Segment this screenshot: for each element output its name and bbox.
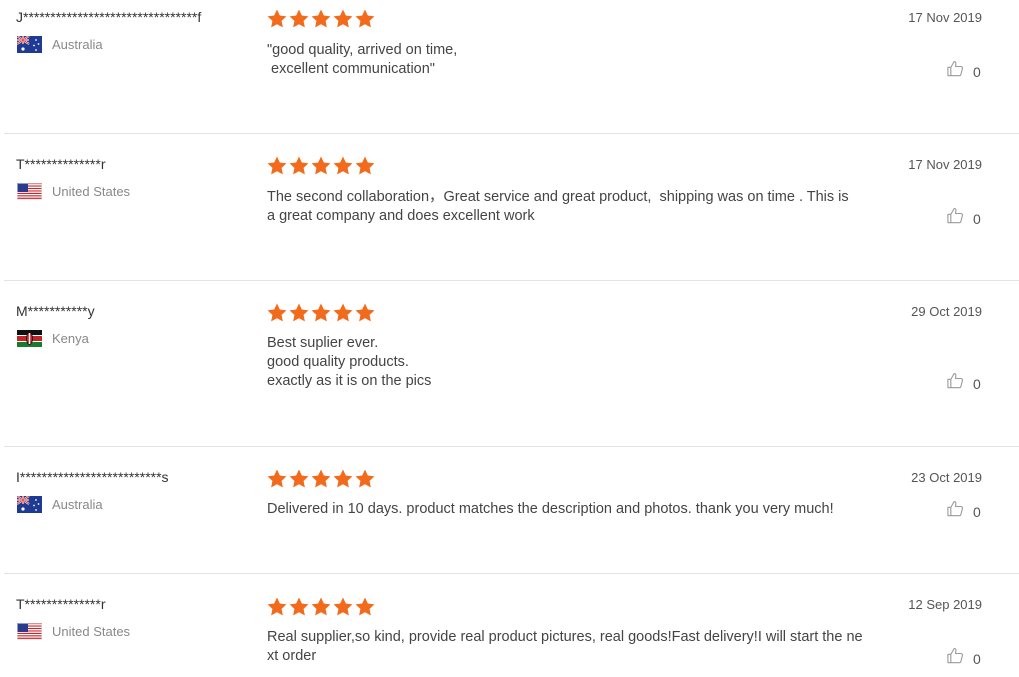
thumbs-up-icon[interactable] bbox=[945, 646, 965, 671]
review-text: The second collaboration，Great service a… bbox=[267, 188, 887, 226]
like-count: 0 bbox=[973, 650, 981, 667]
review-divider bbox=[4, 573, 1019, 574]
star-rating bbox=[266, 302, 376, 324]
star-icon bbox=[332, 8, 354, 30]
star-icon bbox=[332, 155, 354, 177]
australia-flag-icon bbox=[17, 36, 42, 53]
australia-flag-icon bbox=[17, 496, 42, 513]
review-date: 17 Nov 2019 bbox=[908, 10, 982, 25]
star-icon bbox=[354, 8, 376, 30]
country-name: United States bbox=[52, 624, 131, 639]
review-date: 12 Sep 2019 bbox=[908, 597, 982, 612]
star-icon bbox=[354, 596, 376, 618]
star-icon bbox=[288, 155, 310, 177]
review-text: Real supplier,so kind, provide real prod… bbox=[267, 628, 887, 666]
review-text-line: The second collaboration，Great service a… bbox=[267, 189, 849, 205]
star-icon bbox=[288, 468, 310, 490]
star-icon bbox=[310, 8, 332, 30]
reviewer-country: Kenya bbox=[17, 330, 89, 347]
review-divider bbox=[4, 133, 1019, 134]
kenya-flag-icon bbox=[17, 330, 42, 347]
star-rating bbox=[266, 8, 376, 30]
star-rating bbox=[266, 468, 376, 490]
like-count: 0 bbox=[973, 63, 981, 80]
like-button[interactable]: 0 bbox=[945, 371, 981, 396]
country-name: United States bbox=[52, 184, 131, 199]
review-date: 17 Nov 2019 bbox=[908, 157, 982, 172]
review-text-line: Best suplier ever. bbox=[267, 335, 379, 351]
like-count: 0 bbox=[973, 210, 981, 227]
country-name: Australia bbox=[52, 37, 103, 52]
review-date: 29 Oct 2019 bbox=[911, 304, 982, 319]
reviewer-country: United States bbox=[17, 623, 130, 640]
like-count: 0 bbox=[973, 375, 981, 392]
reviewer-name: I**************************s bbox=[16, 469, 169, 485]
reviewer-name: T**************r bbox=[16, 156, 106, 172]
thumbs-up-icon[interactable] bbox=[945, 371, 965, 396]
star-icon bbox=[332, 468, 354, 490]
star-icon bbox=[266, 468, 288, 490]
like-button[interactable]: 0 bbox=[945, 646, 981, 671]
star-icon bbox=[266, 302, 288, 324]
star-icon bbox=[354, 468, 376, 490]
reviewer-country: Australia bbox=[17, 36, 103, 53]
country-name: Australia bbox=[52, 497, 103, 512]
reviewer-name: J********************************f bbox=[16, 9, 202, 25]
review-date: 23 Oct 2019 bbox=[911, 470, 982, 485]
review-text-line: a great company and does excellent work bbox=[267, 208, 535, 224]
review-divider bbox=[4, 280, 1019, 281]
star-icon bbox=[266, 596, 288, 618]
star-icon bbox=[332, 302, 354, 324]
like-count: 0 bbox=[973, 503, 981, 520]
star-icon bbox=[288, 302, 310, 324]
star-icon bbox=[266, 155, 288, 177]
reviewer-name: M***********y bbox=[16, 303, 95, 319]
reviewer-name: T**************r bbox=[16, 596, 106, 612]
reviewer-country: Australia bbox=[17, 496, 103, 513]
country-name: Kenya bbox=[52, 331, 89, 346]
like-button[interactable]: 0 bbox=[945, 499, 981, 524]
review-text-line: xt order bbox=[267, 648, 317, 664]
star-icon bbox=[288, 596, 310, 618]
review-text-line: "good quality, arrived on time, bbox=[267, 42, 458, 58]
us-flag-icon bbox=[17, 183, 42, 200]
star-icon bbox=[310, 596, 332, 618]
thumbs-up-icon[interactable] bbox=[945, 59, 965, 84]
star-icon bbox=[310, 155, 332, 177]
review-text: "good quality, arrived on time, excellen… bbox=[267, 41, 887, 79]
star-icon bbox=[288, 8, 310, 30]
like-button[interactable]: 0 bbox=[945, 206, 981, 231]
star-icon bbox=[332, 596, 354, 618]
star-rating bbox=[266, 596, 376, 618]
star-icon bbox=[310, 468, 332, 490]
review-text: Delivered in 10 days. product matches th… bbox=[267, 500, 887, 519]
star-icon bbox=[310, 302, 332, 324]
reviewer-country: United States bbox=[17, 183, 130, 200]
us-flag-icon bbox=[17, 623, 42, 640]
review-text-line: Real supplier,so kind, provide real prod… bbox=[267, 629, 863, 645]
review-text-line: excellent communication" bbox=[267, 61, 435, 77]
review-divider bbox=[4, 446, 1019, 447]
review-text-line: good quality products. bbox=[267, 354, 409, 370]
thumbs-up-icon[interactable] bbox=[945, 206, 965, 231]
star-rating bbox=[266, 155, 376, 177]
thumbs-up-icon[interactable] bbox=[945, 499, 965, 524]
review-text-line: exactly as it is on the pics bbox=[267, 373, 432, 389]
review-text: Best suplier ever. good quality products.… bbox=[267, 334, 887, 391]
star-icon bbox=[354, 302, 376, 324]
star-icon bbox=[354, 155, 376, 177]
review-text-line: Delivered in 10 days. product matches th… bbox=[267, 501, 834, 517]
like-button[interactable]: 0 bbox=[945, 59, 981, 84]
star-icon bbox=[266, 8, 288, 30]
